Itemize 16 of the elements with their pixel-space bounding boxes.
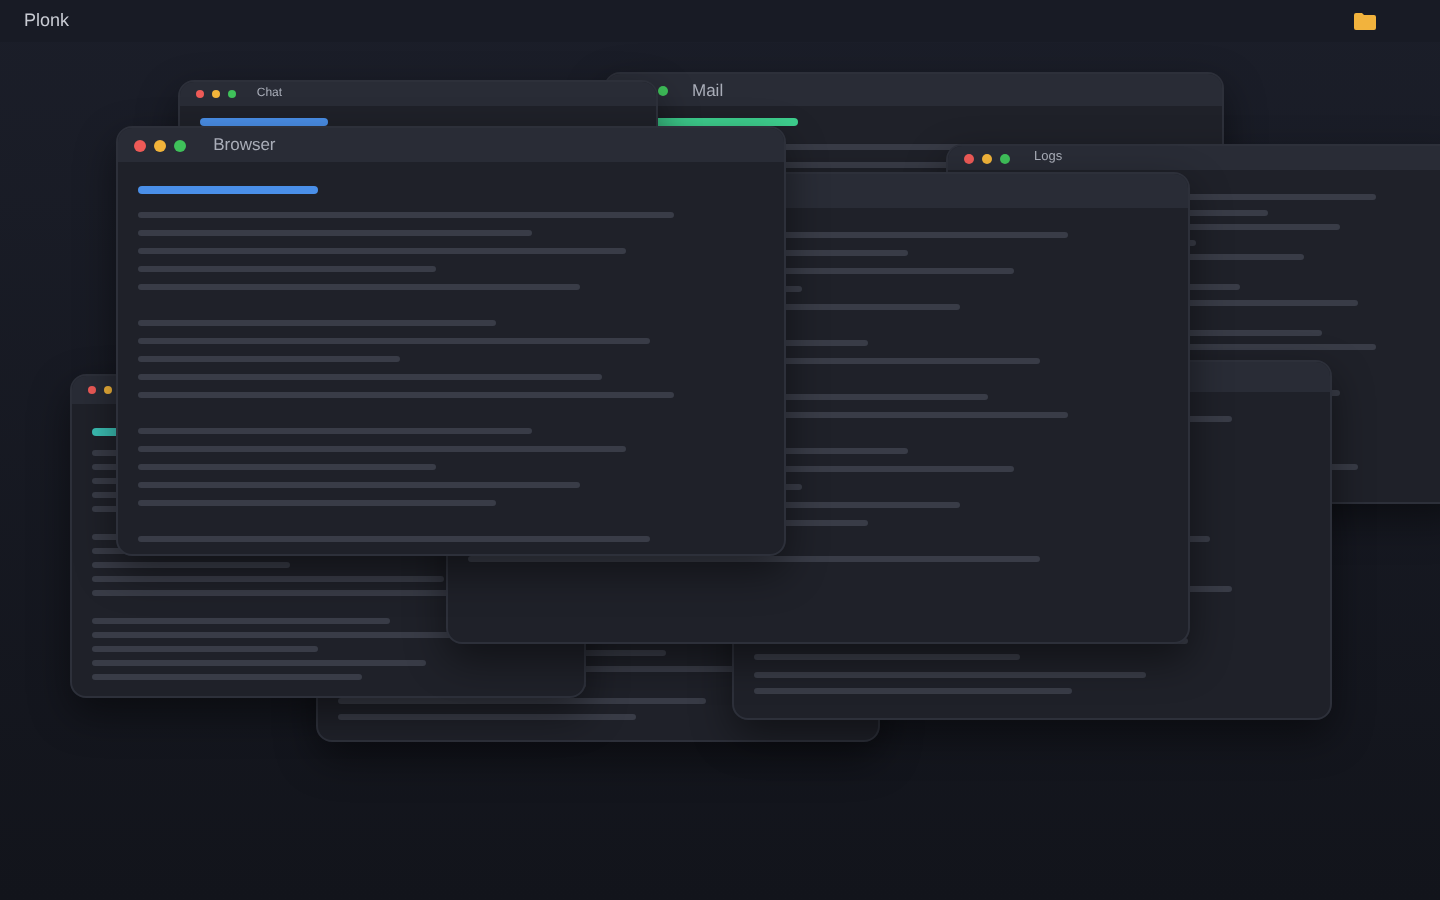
window-title: Browser [213,132,276,158]
folder-icon[interactable] [1354,12,1376,30]
close-button[interactable] [196,90,204,98]
minimize-button[interactable] [212,90,220,98]
maximize-button[interactable] [1000,153,1010,163]
maximize-button[interactable] [174,139,186,151]
close-button[interactable] [134,139,146,151]
window-title: Mail [692,77,724,103]
maximize-button[interactable] [658,85,668,95]
close-button[interactable] [88,386,96,394]
minimize-button[interactable] [982,153,992,163]
minimize-button[interactable] [154,139,166,151]
app-name: Plonk [24,7,70,34]
minimize-button[interactable] [104,386,112,394]
close-button[interactable] [964,153,974,163]
maximize-button[interactable] [228,90,236,98]
